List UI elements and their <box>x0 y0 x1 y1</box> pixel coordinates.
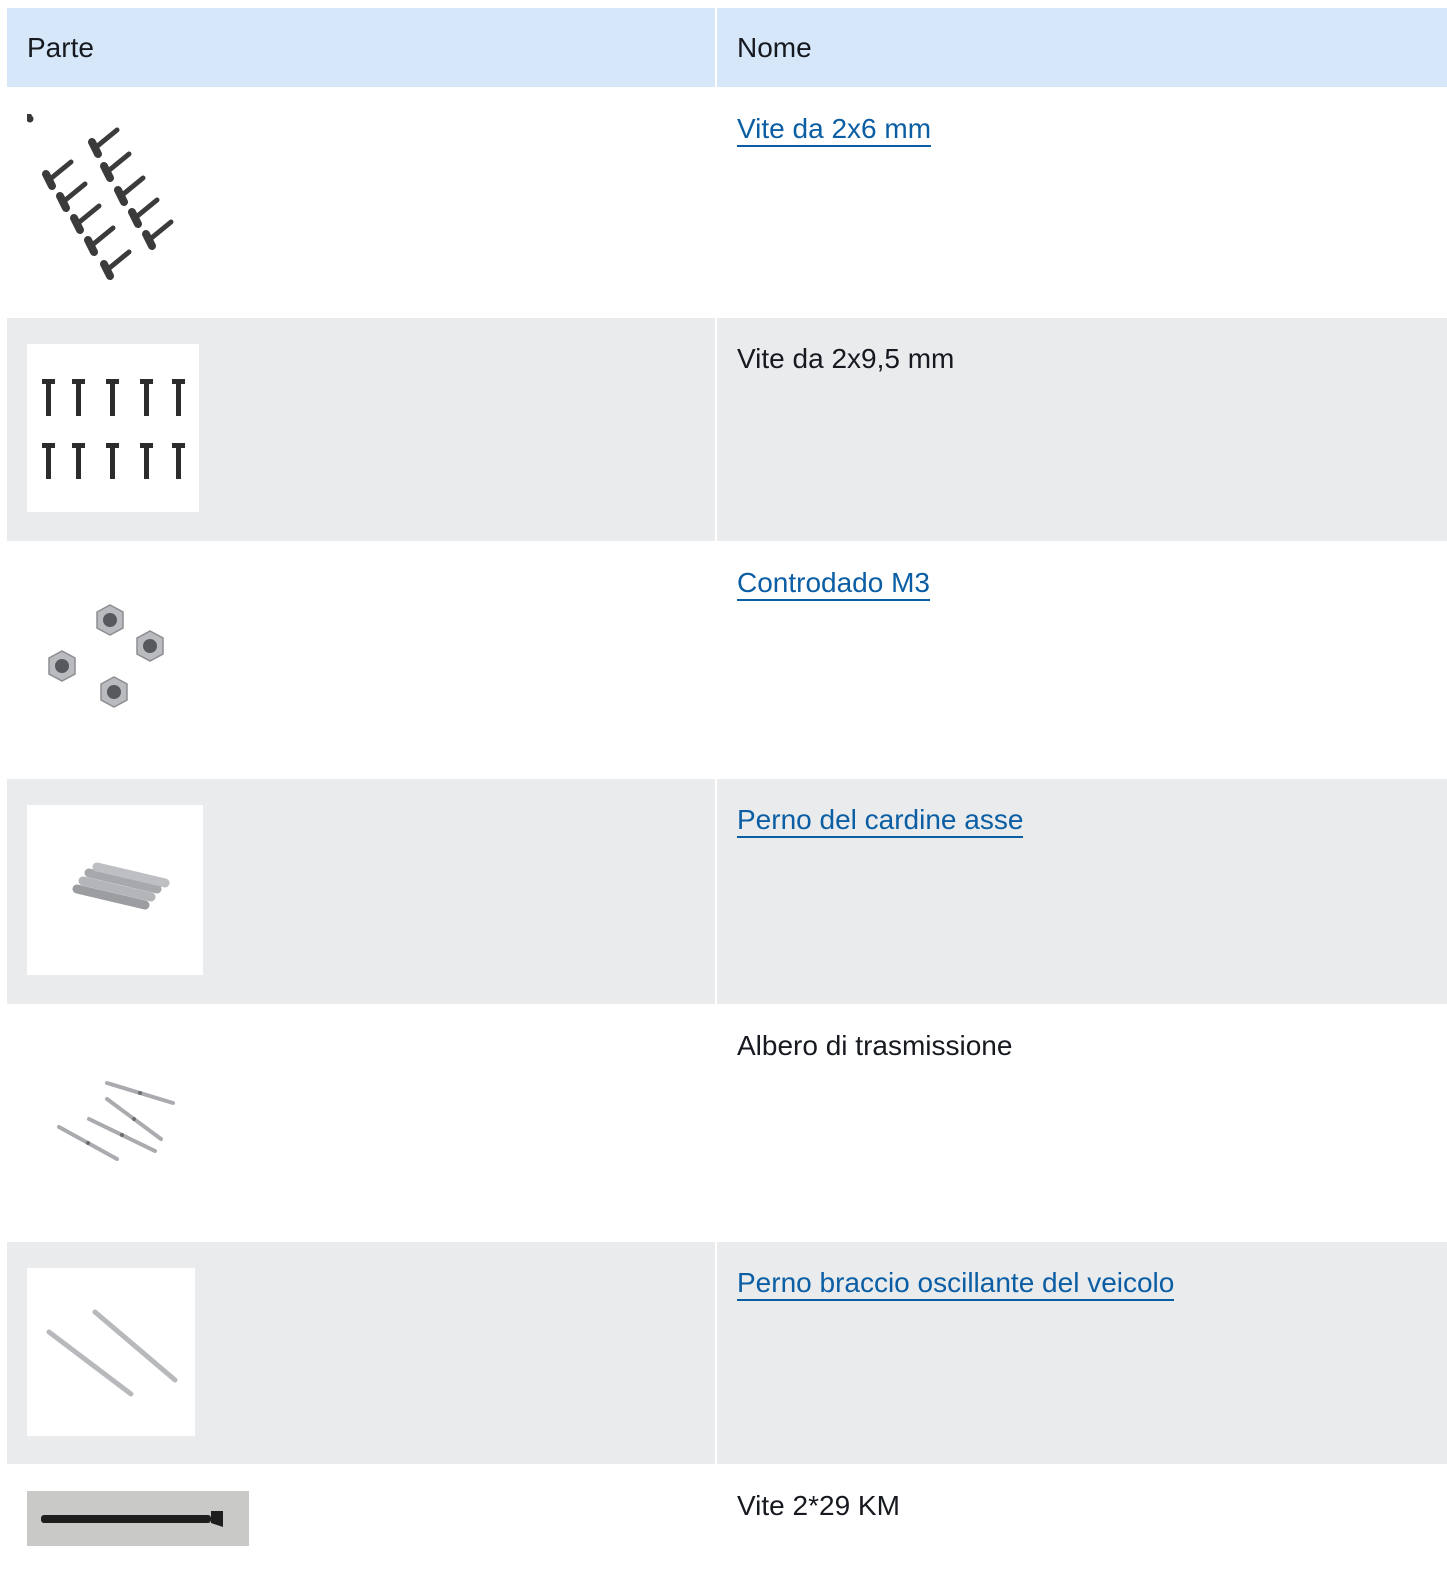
part-name-link[interactable]: Vite da 2x6 mm <box>737 113 932 147</box>
part-name-link[interactable]: Perno del cardine asse <box>737 804 1024 838</box>
screws-2x6-image <box>27 114 199 286</box>
axle-hinge-pins-image <box>27 805 203 975</box>
part-cell <box>7 1004 716 1242</box>
table-row: Perno braccio oscillante del veicolo <box>7 1241 1447 1465</box>
part-name-link[interactable]: Controdado M3 <box>737 567 931 601</box>
part-name-text: Vite da 2x9,5 mm <box>737 343 955 374</box>
header-part: Parte <box>7 8 716 88</box>
header-row: Parte Nome <box>7 8 1447 88</box>
table-row: Perno del cardine asse <box>7 778 1447 1005</box>
name-cell: Controdado M3 <box>715 541 1447 779</box>
suspension-arm-pins-image <box>27 1268 195 1436</box>
name-cell: Perno braccio oscillante del veicolo <box>715 1241 1447 1465</box>
table-row: Vite da 2x9,5 mm <box>7 317 1447 542</box>
table-row: Controdado M3 <box>7 541 1447 779</box>
table-row: Vite 2*29 KM <box>7 1464 1447 1595</box>
screw-2x29-image <box>27 1491 249 1546</box>
part-cell <box>7 778 716 1005</box>
part-name-text: Albero di trasmissione <box>737 1030 1013 1061</box>
lock-nuts-m3-image <box>27 568 199 747</box>
name-cell: Perno del cardine asse <box>715 778 1447 1005</box>
part-cell <box>7 1241 716 1465</box>
table-row: Vite da 2x6 mm <box>7 87 1447 318</box>
part-cell <box>7 87 716 318</box>
name-cell: Vite 2*29 KM <box>715 1464 1447 1595</box>
part-cell <box>7 1464 716 1595</box>
name-cell: Albero di trasmissione <box>715 1004 1447 1242</box>
table-row: Albero di trasmissione <box>7 1004 1447 1242</box>
part-cell <box>7 317 716 542</box>
parts-table: Parte Nome Vite da 2x6 mm Vite da 2x9,5 … <box>7 8 1447 1595</box>
header-name: Nome <box>715 8 1447 88</box>
name-cell: Vite da 2x6 mm <box>715 87 1447 318</box>
drive-shafts-image <box>27 1031 194 1209</box>
name-cell: Vite da 2x9,5 mm <box>715 317 1447 542</box>
part-cell <box>7 541 716 779</box>
screws-2x9-5-image <box>27 344 199 512</box>
part-name-text: Vite 2*29 KM <box>737 1490 900 1521</box>
part-name-link[interactable]: Perno braccio oscillante del veicolo <box>737 1267 1175 1301</box>
